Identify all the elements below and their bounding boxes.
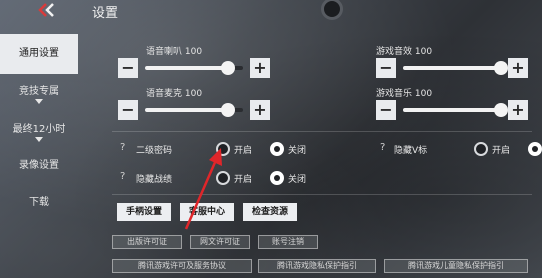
radio-on-label: 开启 xyxy=(492,146,511,156)
slider-track[interactable] xyxy=(403,103,508,117)
page-title: 设置 xyxy=(92,6,119,21)
service-agreement-link[interactable]: 腾讯游戏许可及服务协议 xyxy=(112,259,252,273)
slider-game-sfx: 游戏音效 100 − + xyxy=(376,44,536,80)
sidebar-item-label: 通用设置 xyxy=(19,48,59,59)
increase-button[interactable]: + xyxy=(508,100,528,120)
caret-down-icon xyxy=(35,99,43,104)
radio-off[interactable] xyxy=(270,171,284,185)
help-icon[interactable]: ? xyxy=(380,142,385,153)
slider-track[interactable] xyxy=(145,61,243,75)
slider-label: 语音麦克 xyxy=(146,89,183,99)
slider-thumb[interactable] xyxy=(494,103,508,117)
sidebar-item-label: 最终12小时 xyxy=(12,124,66,135)
toggle-hide-v: ? 隐藏V标 开启 xyxy=(380,142,542,158)
divider xyxy=(112,131,532,132)
sidebar-item-label: 竞技专属 xyxy=(19,86,59,97)
increase-button[interactable]: + xyxy=(250,100,270,120)
toggle-second-password: ? 二级密码 开启 关闭 xyxy=(120,142,340,158)
radio-on[interactable] xyxy=(216,171,230,185)
privacy-guide-link[interactable]: 腾讯游戏隐私保护指引 xyxy=(258,259,376,273)
toggle-label: 隐藏V标 xyxy=(394,146,428,156)
slider-value: 100 xyxy=(184,89,203,99)
sidebar-item-final-12h[interactable]: 最终12小时 xyxy=(0,120,78,142)
toggle-label: 隐藏战绩 xyxy=(136,175,173,185)
account-cancel-link[interactable]: 账号注销 xyxy=(258,235,318,249)
slider-label: 语音喇叭 xyxy=(146,47,183,57)
toggle-label: 二级密码 xyxy=(136,146,173,156)
sidebar-item-replay[interactable]: 录像设置 xyxy=(0,156,78,171)
radio-off-label: 关闭 xyxy=(288,175,307,185)
back-chevron-icon[interactable] xyxy=(36,2,58,18)
help-icon[interactable]: ? xyxy=(120,142,125,153)
help-icon[interactable]: ? xyxy=(120,171,125,182)
slider-value: 100 xyxy=(414,89,433,99)
support-center-button[interactable]: 客服中心 xyxy=(180,203,234,221)
top-bar: 设置 xyxy=(0,0,542,22)
increase-button[interactable]: + xyxy=(508,58,528,78)
radio-off[interactable] xyxy=(270,142,284,156)
child-privacy-link[interactable]: 腾讯游戏儿童隐私保护指引 xyxy=(384,259,528,273)
slider-value: 100 xyxy=(414,47,433,57)
sidebar-item-label: 下载 xyxy=(29,197,49,208)
radio-off-label: 关闭 xyxy=(288,146,307,156)
net-culture-license-link[interactable]: 网文许可证 xyxy=(190,235,250,249)
slider-voice-mic: 语音麦克 100 − + xyxy=(118,86,278,122)
slider-thumb[interactable] xyxy=(221,61,236,75)
radio-off[interactable] xyxy=(528,142,542,156)
decrease-button[interactable]: − xyxy=(118,100,138,120)
publish-license-link[interactable]: 出版许可证 xyxy=(112,235,182,249)
slider-voice-speaker: 语音喇叭 100 − + xyxy=(118,44,278,80)
sidebar-item-competitive[interactable]: 竞技专属 xyxy=(0,82,78,104)
divider xyxy=(112,194,532,195)
decrease-button[interactable]: − xyxy=(118,58,138,78)
center-dot-icon xyxy=(321,0,343,20)
sidebar-item-general[interactable]: 通用设置 xyxy=(0,34,78,74)
sidebar-item-download[interactable]: 下载 xyxy=(0,193,78,208)
increase-button[interactable]: + xyxy=(250,58,270,78)
slider-value: 100 xyxy=(184,47,203,57)
slider-thumb[interactable] xyxy=(221,103,236,117)
radio-on-label: 开启 xyxy=(234,175,253,185)
sidebar-item-label: 录像设置 xyxy=(19,160,59,171)
toggle-hide-record: ? 隐藏战绩 开启 关闭 xyxy=(120,171,340,187)
radio-on[interactable] xyxy=(216,142,230,156)
slider-track[interactable] xyxy=(403,61,508,75)
decrease-button[interactable]: − xyxy=(376,100,396,120)
decrease-button[interactable]: − xyxy=(376,58,396,78)
slider-thumb[interactable] xyxy=(494,61,508,75)
caret-down-icon xyxy=(35,137,43,142)
slider-label: 游戏音效 xyxy=(376,47,413,57)
slider-game-music: 游戏音乐 100 − + xyxy=(376,86,536,122)
controller-settings-button[interactable]: 手柄设置 xyxy=(117,203,171,221)
sidebar: 通用设置 竞技专属 最终12小时 录像设置 下载 xyxy=(0,30,78,278)
radio-on[interactable] xyxy=(474,142,488,156)
check-resources-button[interactable]: 检查资源 xyxy=(243,203,297,221)
slider-label: 游戏音乐 xyxy=(376,89,413,99)
slider-track[interactable] xyxy=(145,103,243,117)
radio-on-label: 开启 xyxy=(234,146,253,156)
